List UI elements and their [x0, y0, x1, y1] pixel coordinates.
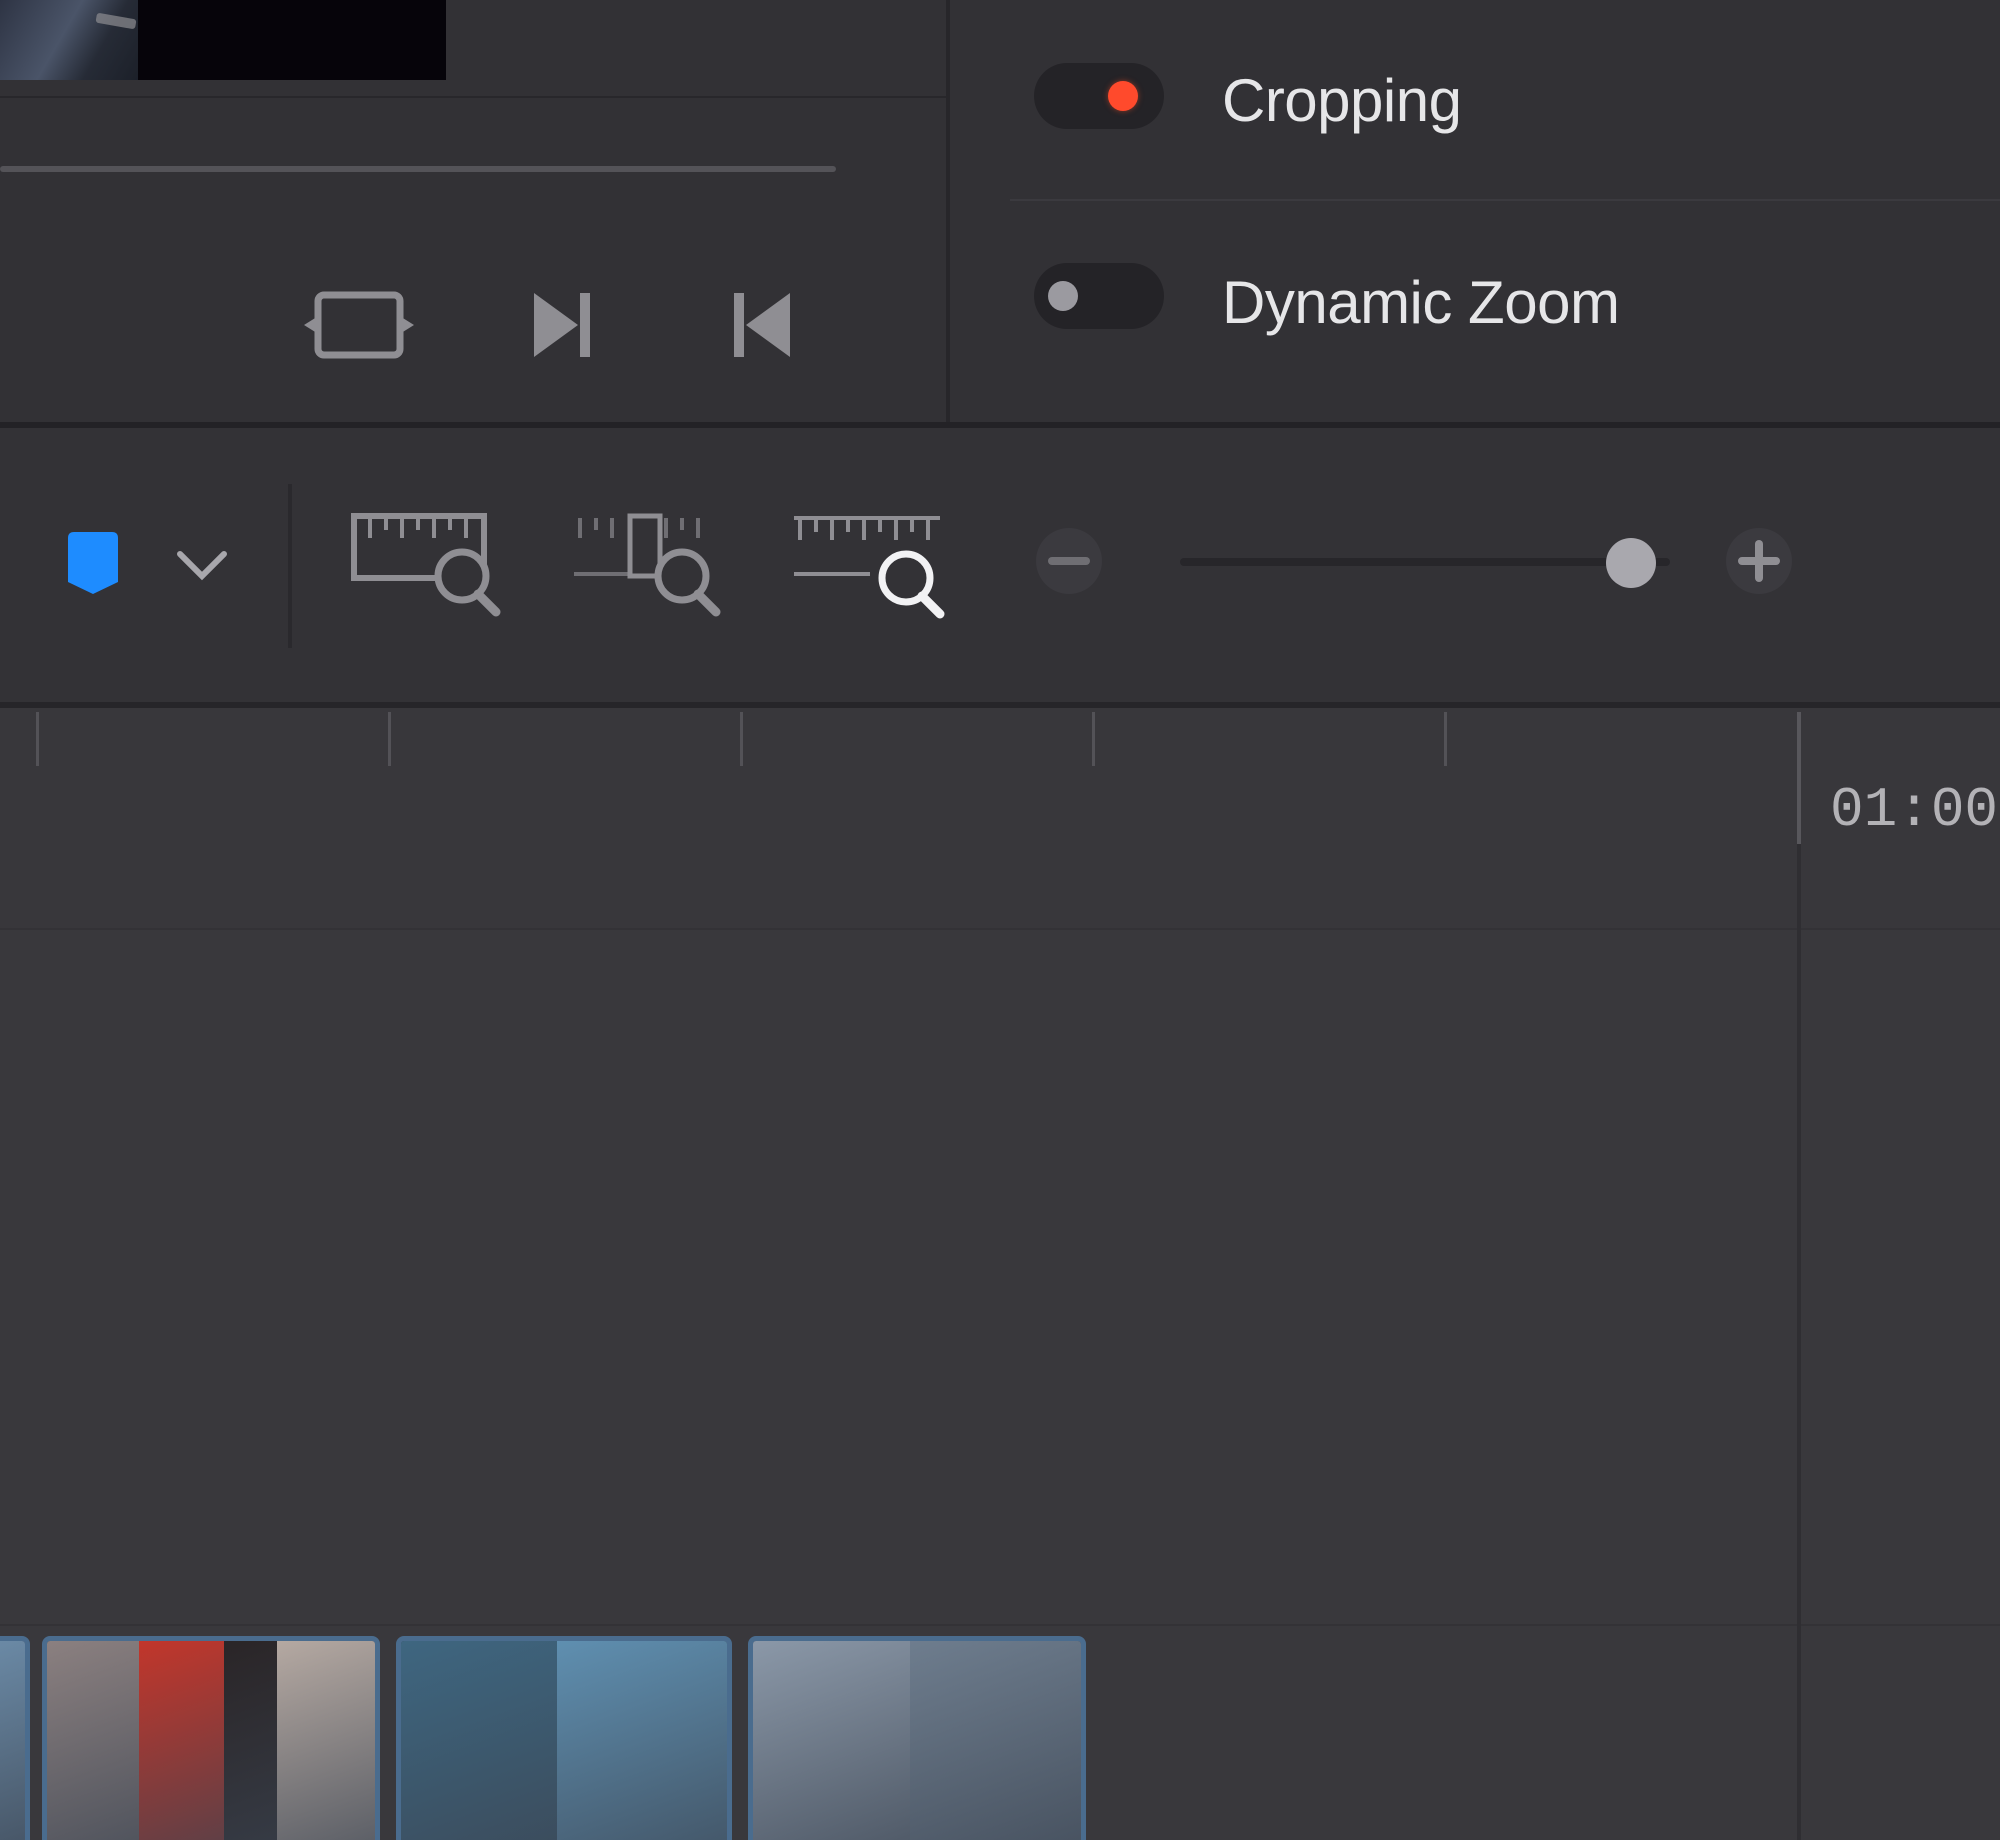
clip-frame — [47, 1641, 139, 1840]
cropping-toggle[interactable] — [1034, 63, 1164, 129]
zoom-out-button[interactable] — [1036, 528, 1102, 594]
flag-icon[interactable] — [62, 530, 124, 598]
timeline-clip[interactable] — [42, 1636, 380, 1840]
toggle-knob — [1108, 81, 1138, 111]
timeline-clip[interactable] — [396, 1636, 732, 1840]
viewer-scrubber[interactable] — [0, 166, 836, 172]
clip-frame — [0, 1641, 25, 1840]
next-clip-icon[interactable] — [528, 285, 596, 365]
inspector-divider — [1010, 199, 2000, 201]
clip-frame — [276, 1641, 375, 1840]
chevron-down-icon[interactable] — [172, 540, 232, 590]
zoom-in-button[interactable] — [1726, 528, 1792, 594]
timeline-marker-tick — [1797, 712, 1801, 844]
custom-zoom-icon[interactable] — [790, 510, 950, 620]
ruler-tick — [1092, 712, 1095, 766]
ruler-tick — [740, 712, 743, 766]
cropping-label: Cropping — [1222, 67, 1462, 134]
full-extent-zoom-icon[interactable] — [350, 510, 510, 620]
video-thumbnail — [0, 0, 138, 80]
timeline-clip[interactable] — [0, 1636, 30, 1840]
zoom-slider-handle[interactable] — [1605, 538, 1656, 588]
plus-icon — [1738, 540, 1780, 582]
previous-clip-icon[interactable] — [728, 285, 796, 365]
clip-frame — [138, 1641, 225, 1840]
clip-frame — [753, 1641, 911, 1840]
clip-frame — [557, 1641, 727, 1840]
ruler-timecode: 01:00: — [1830, 778, 2000, 842]
ruler-tick — [1444, 712, 1447, 766]
ruler-tick — [388, 712, 391, 766]
panel-separator — [946, 0, 950, 424]
clip-frame — [910, 1641, 1081, 1840]
detail-zoom-icon[interactable] — [570, 510, 730, 620]
timeline-clip[interactable] — [748, 1636, 1086, 1840]
dynamic-zoom-toggle[interactable] — [1034, 263, 1164, 329]
clip-frame — [401, 1641, 558, 1840]
viewer-divider — [0, 96, 948, 98]
toggle-knob — [1048, 281, 1078, 311]
track-divider — [0, 1624, 2000, 1626]
dynamic-zoom-label: Dynamic Zoom — [1222, 269, 1620, 336]
minus-icon — [1048, 557, 1090, 565]
timeline-ruler[interactable] — [0, 708, 2000, 930]
zoom-slider[interactable] — [1180, 558, 1670, 566]
fit-icon[interactable] — [300, 285, 418, 365]
video-preview — [0, 0, 446, 80]
ruler-tick — [36, 712, 39, 766]
timeline-toolbar — [0, 428, 2000, 704]
timeline-marker-line — [1797, 712, 1801, 1840]
toolbar-separator — [288, 484, 292, 648]
clip-frame — [224, 1641, 277, 1840]
